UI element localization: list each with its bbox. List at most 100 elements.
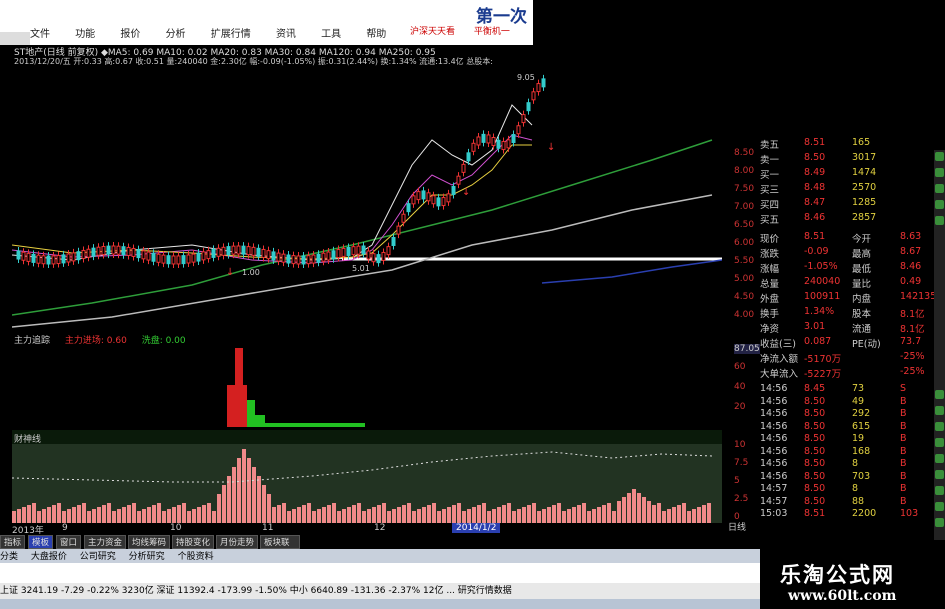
toolbar-button[interactable] [935,216,944,225]
volume-bar [302,505,306,523]
bottom-tab[interactable]: 公司研究 [80,552,116,562]
volume-bar [417,509,421,523]
axis-tick: 12 [374,523,386,533]
lower-indicator-panel[interactable] [12,430,722,523]
bottom-tab[interactable]: 分类 [0,552,18,562]
chart-tab[interactable]: 模板 [28,535,54,549]
candle-body [436,197,441,207]
axis-tick: 2.5 [734,494,749,504]
indicator-name: 主力追踪 [14,336,51,346]
volume-bar [67,509,71,523]
chart-tab[interactable]: 主力资金 [84,535,127,549]
menu-item[interactable]: 帮助 [366,29,386,40]
taskbar [0,599,760,609]
volume-bar [137,511,141,523]
candle-body [26,252,31,262]
volume-bar [197,507,201,523]
toolbar-button[interactable] [935,422,944,431]
quote-cell: 量比 [852,279,872,290]
menu-item[interactable]: 资讯 [276,29,296,40]
axis-tick: 6.00 [734,238,755,248]
quote-cell: 8.63 [900,231,922,242]
toolbar-button[interactable] [935,502,944,511]
toolbar-button[interactable] [935,470,944,479]
menu-item[interactable]: 报价 [120,29,140,40]
toolbar-button[interactable] [935,390,944,399]
quote-cell: -0.09 [804,246,829,257]
volume-bar [282,503,286,523]
quote-row: 14:57 8.50 8 B [760,483,935,496]
menu-item[interactable]: 文件 [30,29,50,40]
quote-cell: 股本 [852,309,872,320]
bottom-tab[interactable]: 大盘报价 [31,552,67,562]
top-link[interactable]: 沪深天天看 [410,27,455,37]
toolbar-button[interactable] [935,184,944,193]
volume-bar [707,503,711,523]
candle-body [476,136,481,146]
quote-cell: 2857 [852,212,877,223]
toolbar-button[interactable] [935,486,944,495]
chart-tab[interactable]: 持股变化 [172,535,215,549]
quote-row: 大单流入 -5227万 -25% [760,366,935,380]
menu-item[interactable]: 扩展行情 [211,29,251,40]
toolbar-button[interactable] [935,152,944,161]
chart-tab[interactable]: 指标 [0,535,26,549]
candle-body [396,225,401,235]
toolbar-button[interactable] [935,406,944,415]
menu-item[interactable]: 分析 [166,29,186,40]
volume-bar [82,503,86,523]
toolbar-button[interactable] [935,200,944,209]
chart-tab[interactable]: 月份走势 [216,535,259,549]
volume-bar [557,503,561,523]
axis-tick: 60 [734,362,746,372]
volume-bar [27,505,31,523]
chart-tab[interactable]: 窗口 [56,535,82,549]
axis-tick: 8.50 [734,148,755,158]
candle-body [261,248,266,258]
quote-cell: 73.7 [900,336,922,347]
left-sidebar-strip [0,45,12,525]
volume-bar [87,511,91,523]
volume-bar [322,507,326,523]
volume-bar [12,511,16,523]
volume-bar [682,503,686,523]
volume-bar [672,507,676,523]
candle-body [351,246,356,256]
axis-tick: 4.50 [734,292,755,302]
quote-cell: 涨幅 [760,264,780,275]
volume-bar [192,509,196,523]
volume-bar [217,494,221,523]
candle-body [426,192,431,202]
lower-indicator-name: 财神线 [14,435,42,445]
menu-item[interactable]: 功能 [75,29,95,40]
chart-annotation: 1.00 [242,268,260,277]
toolbar-button[interactable] [935,438,944,447]
price-chart[interactable]: ↓ ↓ ↓ 1.00 5.01 9.05 [12,45,722,330]
quote-cell: 8.46 [900,261,922,272]
bottom-tab[interactable]: 分析研究 [129,552,165,562]
period-label[interactable]: 日线 [728,520,746,533]
bottom-tab[interactable]: 个股资料 [178,552,214,562]
toolbar-button[interactable] [935,454,944,463]
candle-body [416,191,421,201]
time-axis: 2013年 9 10 11 12 2014/1/2 [12,523,722,536]
volume-bar [617,501,621,523]
chart-tab[interactable]: 均线筹码 [128,535,171,549]
indicator-legend: 主力追踪 主力进场: 0.60 洗盘: 0.00 [14,333,198,346]
toolbar-button[interactable] [935,168,944,177]
quote-cell: 14:56 [760,470,788,482]
toolbar-button[interactable] [935,518,944,527]
candle-body [56,255,61,265]
volume-bar [627,493,631,523]
quote-row: 总量 240040 量比 0.49 [760,276,935,290]
candle-body [506,139,511,149]
chart-tab[interactable]: 板块联动 [260,535,300,560]
volume-bar [337,511,341,523]
side-toolbar [934,150,945,540]
quote-cell: 8.51 [804,137,826,148]
menu-item[interactable]: 工具 [321,29,341,40]
quote-cell: -25% [900,366,925,377]
chart-tabs: 指标 模板 窗口 主力资金 均线筹码 持股变化 月份走势 板块联动 [0,535,300,560]
top-link[interactable]: 平衡机一 [474,27,510,37]
candle-body [131,247,136,257]
